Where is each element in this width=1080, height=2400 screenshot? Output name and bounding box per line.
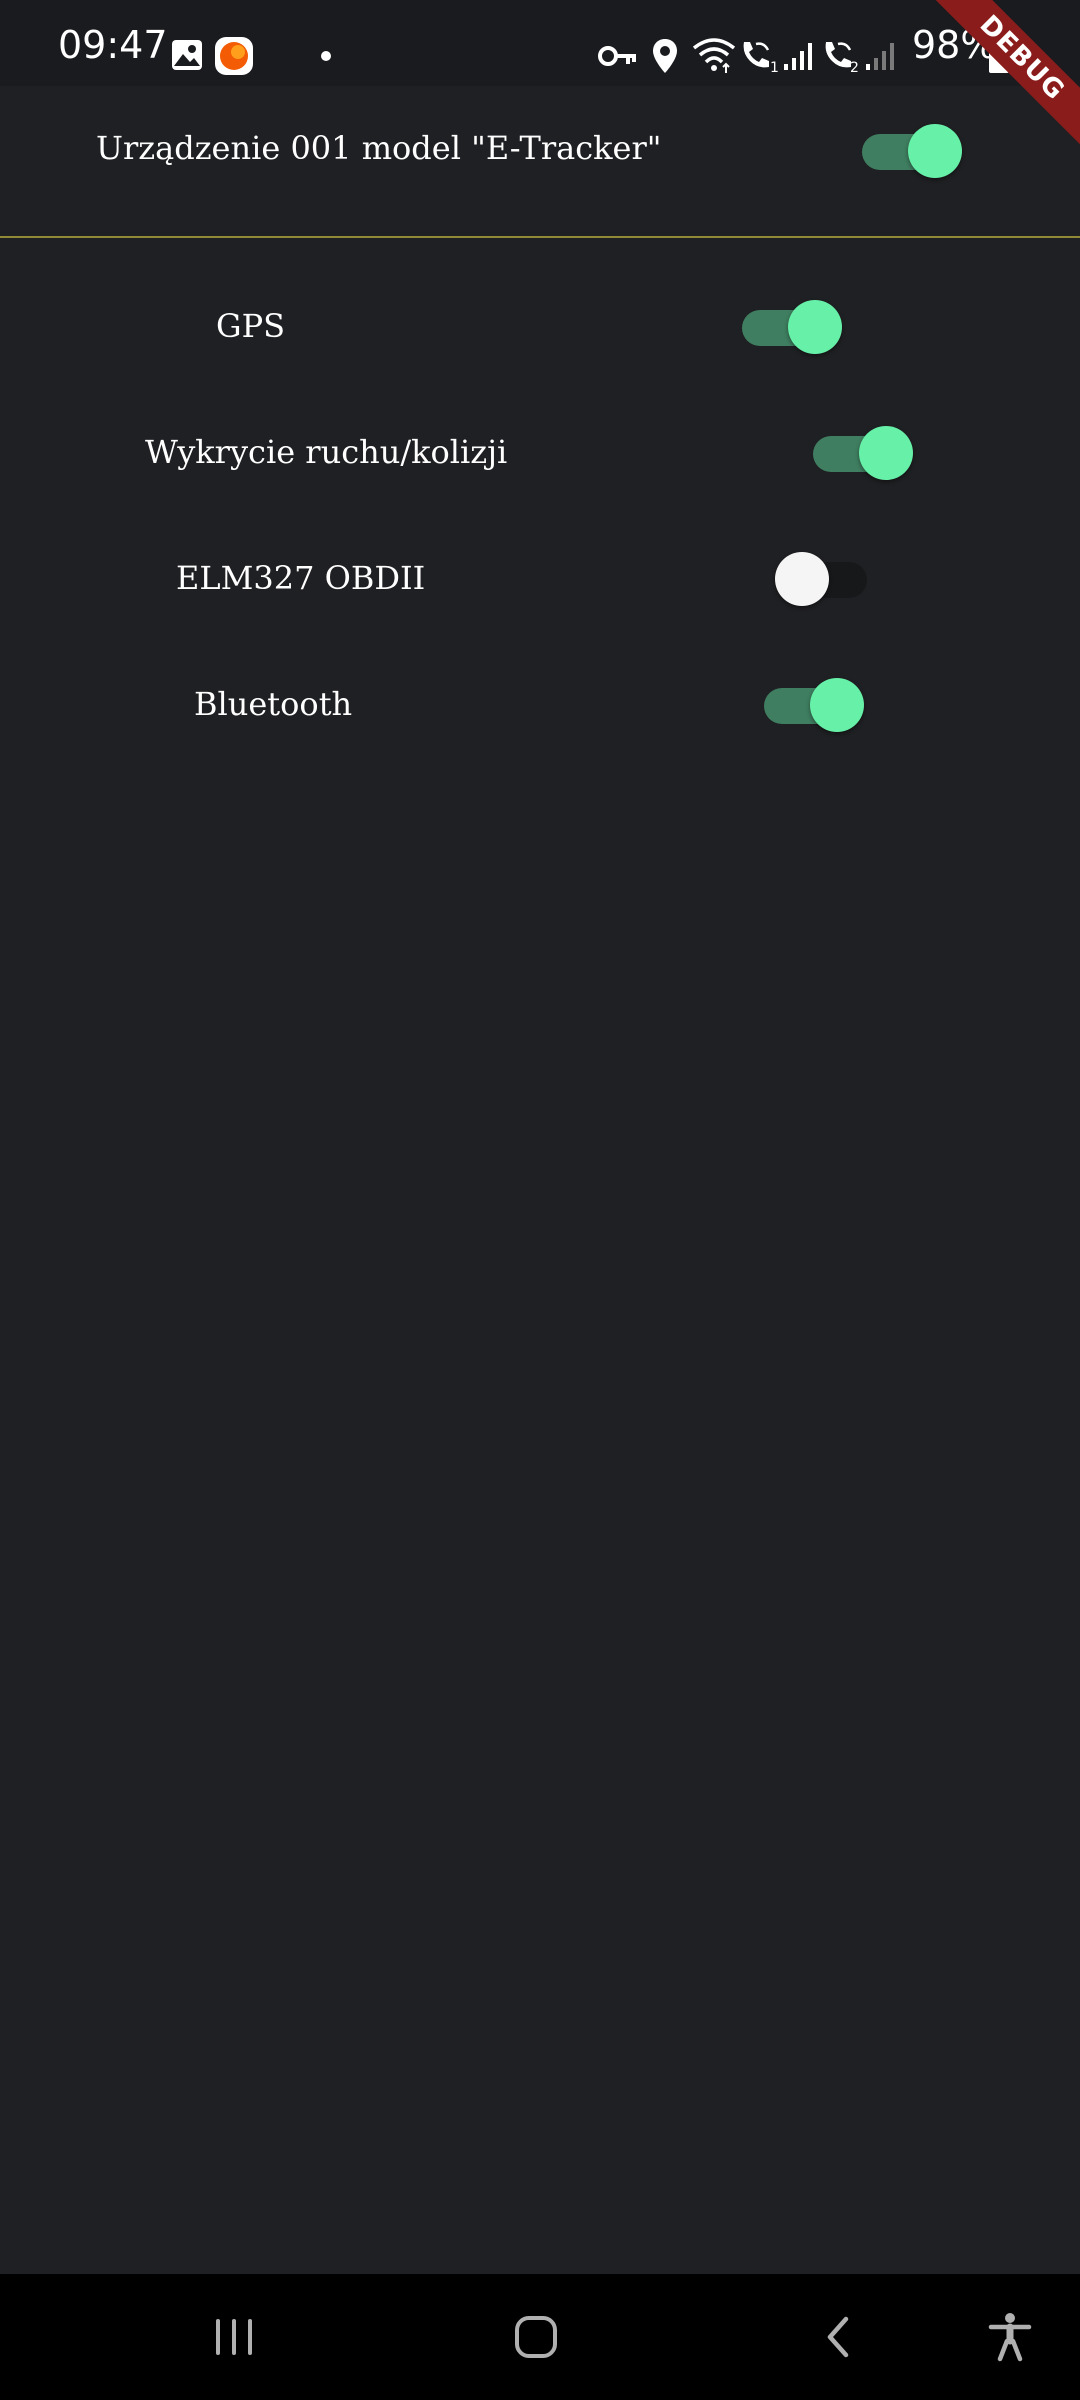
setting-label-bluetooth: Bluetooth [194,685,353,723]
divider [0,236,1080,238]
device-toggle[interactable] [862,124,962,180]
recents-icon [216,2319,252,2355]
device-toggle-thumb [908,124,962,178]
device-label: Urządzenie 001 model "E-Tracker" [96,129,662,167]
elm327-toggle-thumb [775,552,829,606]
bluetooth-toggle-thumb [810,678,864,732]
elm327-toggle[interactable] [775,552,875,608]
wifi-call-2-icon: 2 [825,42,859,74]
home-icon [515,2316,557,2358]
status-time: 09:47 [58,23,168,67]
svg-text:2: 2 [850,60,859,74]
signal-2-icon [866,43,894,70]
accessibility-button[interactable] [970,2302,1050,2372]
battery-icon [989,37,1009,73]
gps-toggle-thumb [788,300,842,354]
motion-toggle-thumb [859,426,913,480]
setting-label-motion: Wykrycie ruchu/kolizji [145,433,508,471]
battery-percent: 98% [912,23,997,67]
vpn-key-icon [598,46,636,66]
location-icon [653,39,677,73]
device-row: Urządzenie 001 model "E-Tracker" [0,86,1080,236]
home-button[interactable] [496,2302,576,2372]
motion-detection-toggle[interactable] [813,426,913,482]
setting-label-gps: GPS [216,307,286,345]
signal-1-icon [784,43,812,70]
status-bar: 09:47 1 2 98% [0,0,1080,86]
gps-toggle[interactable] [742,300,842,356]
accessibility-icon [988,2313,1032,2362]
gallery-icon [172,40,202,70]
wifi-icon [692,38,736,73]
dot-icon [321,51,331,61]
setting-label-elm327: ELM327 OBDII [176,559,426,597]
back-button[interactable] [798,2302,878,2372]
navigation-bar [0,2274,1080,2400]
wifi-call-1-icon: 1 [743,42,778,74]
back-icon [827,2316,849,2358]
svg-text:1: 1 [770,60,778,74]
bluetooth-toggle[interactable] [764,678,864,734]
recents-button[interactable] [194,2302,274,2372]
app-notification-icon [215,37,253,75]
